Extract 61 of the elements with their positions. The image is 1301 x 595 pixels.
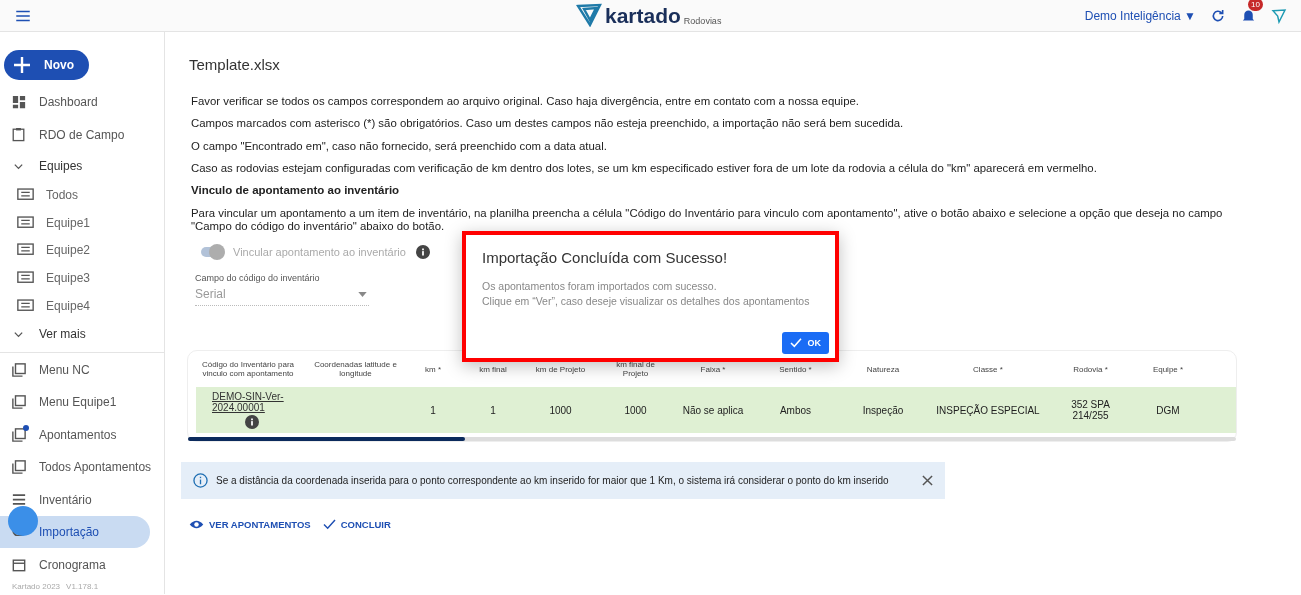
sidebar-subitem[interactable]: Equipe2 <box>0 236 164 265</box>
table-cell: 1 <box>490 404 496 416</box>
inventory-link[interactable]: DEMO-SIN-Ver-2024.00001 <box>212 391 292 414</box>
column-header: Classe * <box>972 363 1004 376</box>
column-header: Rodovia * <box>1072 363 1109 376</box>
column-header: km * <box>424 363 442 376</box>
sidebar-item[interactable]: Menu NC <box>0 353 150 386</box>
table-cell-text: 352 SPA 214/255 <box>1070 399 1111 422</box>
sidebar-item[interactable]: Apontamentos <box>0 418 150 451</box>
new-button[interactable]: Novo <box>4 50 89 80</box>
column-header: Sentido * <box>778 363 813 376</box>
info-paragraph: O campo "Encontrado em", caso não fornecido, será preenchido com a data atual. <box>191 139 608 152</box>
table-cell: 1000 <box>549 404 572 416</box>
column-header: Coordenadas latitude e longitude <box>313 359 398 381</box>
dialog-text: Os apontamentos foram importados com sucesso. <box>482 280 718 292</box>
info-paragraph: Caso as rodovias estejam configuradas com verificação de km dentro dos lotes, se um km especificado estiver fora de um lote da rodovia a célula do "km" aparecerá em vermelho. <box>191 161 1098 174</box>
column-header: km de Projeto <box>534 363 587 376</box>
table-cell: 1000 <box>624 404 647 416</box>
field-label: Campo do código do inventário <box>195 273 321 284</box>
action-button[interactable]: VER APONTAMENTOS <box>189 519 311 531</box>
sidebar-item[interactable]: Inventário <box>0 483 150 516</box>
sidebar-group[interactable]: Equipes <box>0 151 164 181</box>
table-cell: DGM <box>1156 404 1180 416</box>
column-header: Faixa * <box>699 363 727 376</box>
sidebar-subitem[interactable]: Todos <box>0 181 164 209</box>
info-paragraph: Favor verificar se todos os campos correspondem ao arquivo original. Caso haja divergência, entre em contato com a nossa equipe. <box>191 95 860 107</box>
sidebar-item[interactable]: Todos Apontamentos <box>0 450 150 484</box>
company-dropdown[interactable]: Demo Inteligência ▼ <box>1084 8 1196 23</box>
table-cell: Ambos <box>779 404 812 416</box>
version-text: V1.178.1 <box>66 581 99 591</box>
sidebar-subitem[interactable]: Equipe1 <box>0 208 164 237</box>
sidebar-item[interactable]: RDO de Campo <box>0 118 150 151</box>
logo-subtitle: Rodovias <box>683 16 722 26</box>
sidebar-item[interactable]: Menu Equipe1 <box>0 385 150 419</box>
column-header: Código do Inventário para vinculo com apontamento <box>200 359 296 381</box>
toggle-label: Vincular apontamento ao inventário <box>233 246 406 259</box>
notification-count: 10 <box>1248 0 1263 11</box>
sidebar-item[interactable]: Dashboard <box>0 86 150 119</box>
table-cell: Inspeção <box>862 404 904 416</box>
table-cell: 1 <box>430 404 436 416</box>
dialog-title: Importação Concluída com Sucesso! <box>482 249 729 266</box>
column-header: km final de Projeto <box>615 359 656 381</box>
info-paragraph: Para vincular um apontamento a um item de inventário, na planilha preencha a célula "Código do Inventário para vinculo com apontamento", ative o botão abaixo e selecione a opção que deseja no campo "Campo do código do inventário" abaixo do botão. <box>191 207 1224 234</box>
column-header: km final <box>478 363 508 376</box>
table-cell: INSPEÇÃO ESPECIAL <box>936 404 1040 416</box>
ok-button[interactable]: OK <box>781 332 829 354</box>
sidebar-item[interactable]: Cronograma <box>0 548 150 581</box>
sidebar-subitem[interactable]: Equipe4 <box>0 291 164 320</box>
action-button[interactable]: CONCLUIR <box>322 519 391 531</box>
version-text: Kartado 2023 <box>12 581 61 591</box>
logo-text: kartado <box>605 5 681 27</box>
sidebar-group[interactable]: Ver mais <box>0 319 164 350</box>
alert-text: Se a distância da coordenada inserida para o ponto correspondente ao km inserido for maior que 1 Km, o sistema irá considerar o ponto do km inserido <box>216 475 890 487</box>
table-cell: Não se aplica <box>682 404 744 416</box>
section-title: Vinculo de apontamento ao inventário <box>191 184 401 197</box>
column-header: Natureza <box>865 363 901 376</box>
dialog-text: Clique em “Ver”, caso deseje visualizar os detalhes dos apontamentos <box>482 295 811 307</box>
column-header: Equipe * <box>1151 363 1185 376</box>
sidebar-subitem[interactable]: Equipe3 <box>0 264 164 292</box>
page-title: Template.xlsx <box>189 56 281 73</box>
info-paragraph: Campos marcados com asterisco (*) são obrigatórios. Caso um destes campos não esteja preenchido, a importação não será bem sucedida. <box>191 117 905 130</box>
